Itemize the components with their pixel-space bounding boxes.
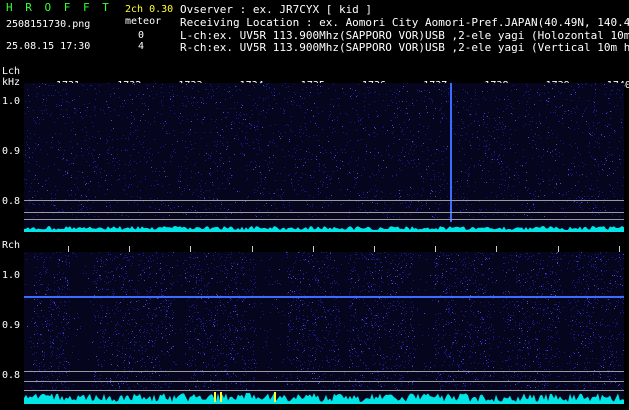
lch-meteor-count: 0 (138, 30, 145, 41)
lch-ref-line-1 (24, 200, 624, 201)
channel-label: 2ch 0.30 (125, 4, 174, 15)
rch-tick-0-9: 0.9 (2, 320, 21, 331)
app-title: H R O F F T (6, 1, 112, 14)
rch-svg-event-mark-1 (220, 392, 222, 402)
rch-meteor-count: 4 (138, 41, 145, 52)
lch-tick-1-0: 1.0 (2, 96, 21, 107)
lch-ref-line-2 (24, 212, 624, 213)
lch-spectrogram (24, 83, 624, 232)
rch-tick-1-0: 1.0 (2, 270, 21, 281)
observer-line: Ovserver : ex. JR7CYX [ kid ] (180, 3, 373, 16)
datetime: 25.08.15 17:30 (6, 41, 91, 52)
rch-svg-event-mark-2 (274, 392, 276, 402)
rch-ref-line-1 (24, 371, 624, 372)
lch-config-line: L-ch:ex. UV5R 113.900Mhz(SAPPORO VOR)USB… (180, 30, 629, 42)
lch-spectrogram-svg (24, 83, 624, 232)
rch-svg-event-mark-0 (214, 392, 216, 402)
lch-unit: kHz (2, 77, 21, 88)
rch-ref-line-3 (24, 390, 624, 391)
rch-label: Rch (2, 240, 21, 251)
lch-tick-0-9: 0.9 (2, 146, 21, 157)
meteor-label: meteor (125, 16, 162, 27)
rch-config-line: R-ch:ex. UV5R 113.900Mhz(SAPPORO VOR)USB… (180, 42, 629, 54)
hrofft-screen: { "header": { "app_title": "H R O F F T"… (0, 0, 629, 410)
rch-ref-line-2 (24, 381, 624, 382)
lch-tick-0-8: 0.8 (2, 196, 21, 207)
filename: 2508151730.png (6, 19, 91, 30)
lch-ref-line-3 (24, 219, 624, 220)
lch-label: Lch (2, 66, 21, 77)
location-line: Receiving Location : ex. Aomori City Aom… (180, 16, 629, 29)
rch-tick-0-8: 0.8 (2, 370, 21, 381)
